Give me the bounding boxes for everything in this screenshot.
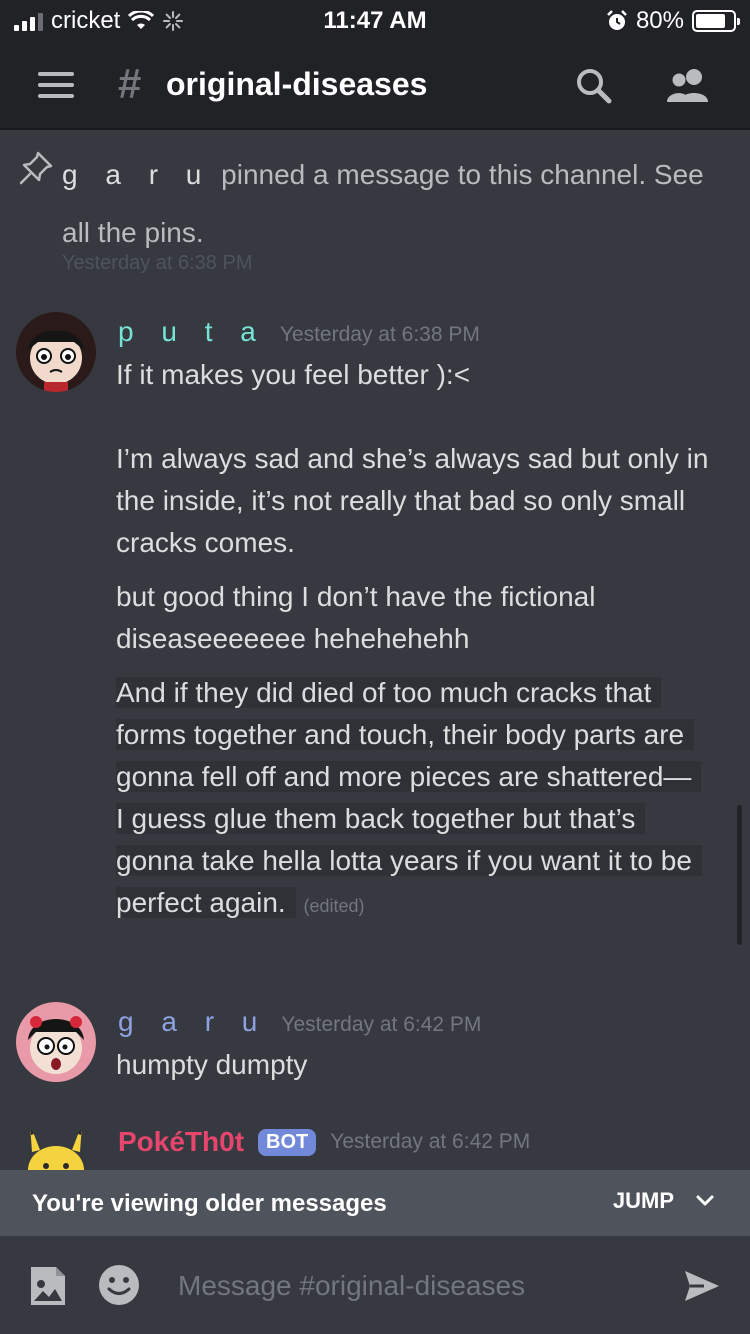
send-icon[interactable] [682,1266,722,1306]
highlighted-text-part-2: I guess glue them back together but that… [116,803,702,918]
jump-label: JUMP [612,1188,674,1213]
edited-label: (edited) [303,896,365,916]
message-timestamp: Yesterday at 6:42 PM [281,1013,482,1036]
avatar-garu[interactable] [16,1002,96,1082]
highlighted-text-part-1: And if they did died of too much cracks … [116,677,702,792]
battery-fill [696,14,725,28]
message-text: If it makes you feel better ):< [116,359,471,390]
avatar-image [16,1120,96,1170]
message-input[interactable] [178,1266,648,1306]
system-message-user[interactable]: g a r u [62,159,211,190]
older-messages-bar[interactable]: You're viewing older messages JUMP [0,1170,750,1236]
status-right: 80% [606,7,740,35]
bot-badge: BOT [258,1128,317,1156]
avatar-poketh0t[interactable] [16,1120,96,1170]
hamburger-menu-icon[interactable] [38,72,74,98]
message-header: PokéTh0t BOT Yesterday at 6:42 PM [118,1126,530,1158]
message-timestamp: Yesterday at 6:38 PM [279,323,480,346]
channel-hash-icon: # [118,60,142,107]
channel-header: # original-diseases [0,40,750,130]
message-text: I’m always sad and she’s always sad but … [116,443,709,558]
message-header: p u t a Yesterday at 6:38 PM [118,316,480,348]
battery-percent: 80% [635,7,684,34]
channel-title: original-diseases [166,66,428,102]
alarm-icon [607,10,627,30]
avatar-puta[interactable] [16,312,96,392]
message-username[interactable]: p u t a [118,316,266,348]
chevron-down-icon [696,1195,714,1206]
search-icon [577,69,612,104]
message-username[interactable]: g a r u [118,1006,267,1038]
message-timestamp: Yesterday at 6:42 PM [330,1130,531,1153]
image-attach-icon[interactable] [28,1264,68,1308]
pin-icon [19,151,53,185]
avatar-image [16,1002,96,1082]
jump-button[interactable]: JUMP [613,1188,714,1214]
bot-username[interactable]: PokéTh0t [118,1126,244,1158]
system-message-text: g a r u pinned a message to this channel… [62,146,722,262]
battery-icon [692,10,740,32]
emoji-icon[interactable] [98,1264,140,1306]
message-composer [0,1236,750,1334]
message-list[interactable]: g a r u pinned a message to this channel… [0,130,750,1170]
message-header: g a r u Yesterday at 6:42 PM [118,1006,481,1038]
message-text: but good thing I don’t have the fictiona… [116,581,596,654]
search-button[interactable] [570,62,618,110]
highlighted-message-text: And if they did died of too much cracks … [116,672,716,927]
member-list-button[interactable] [664,62,712,110]
system-message-timestamp: Yesterday at 6:38 PM [62,252,253,274]
message-text: humpty dumpty [116,1049,308,1080]
members-icon [667,69,708,102]
status-bar: cricket 11:47 AM 80% [0,0,750,40]
scrollbar[interactable] [737,805,742,945]
older-messages-text: You're viewing older messages [32,1190,387,1217]
avatar-image [16,312,96,392]
